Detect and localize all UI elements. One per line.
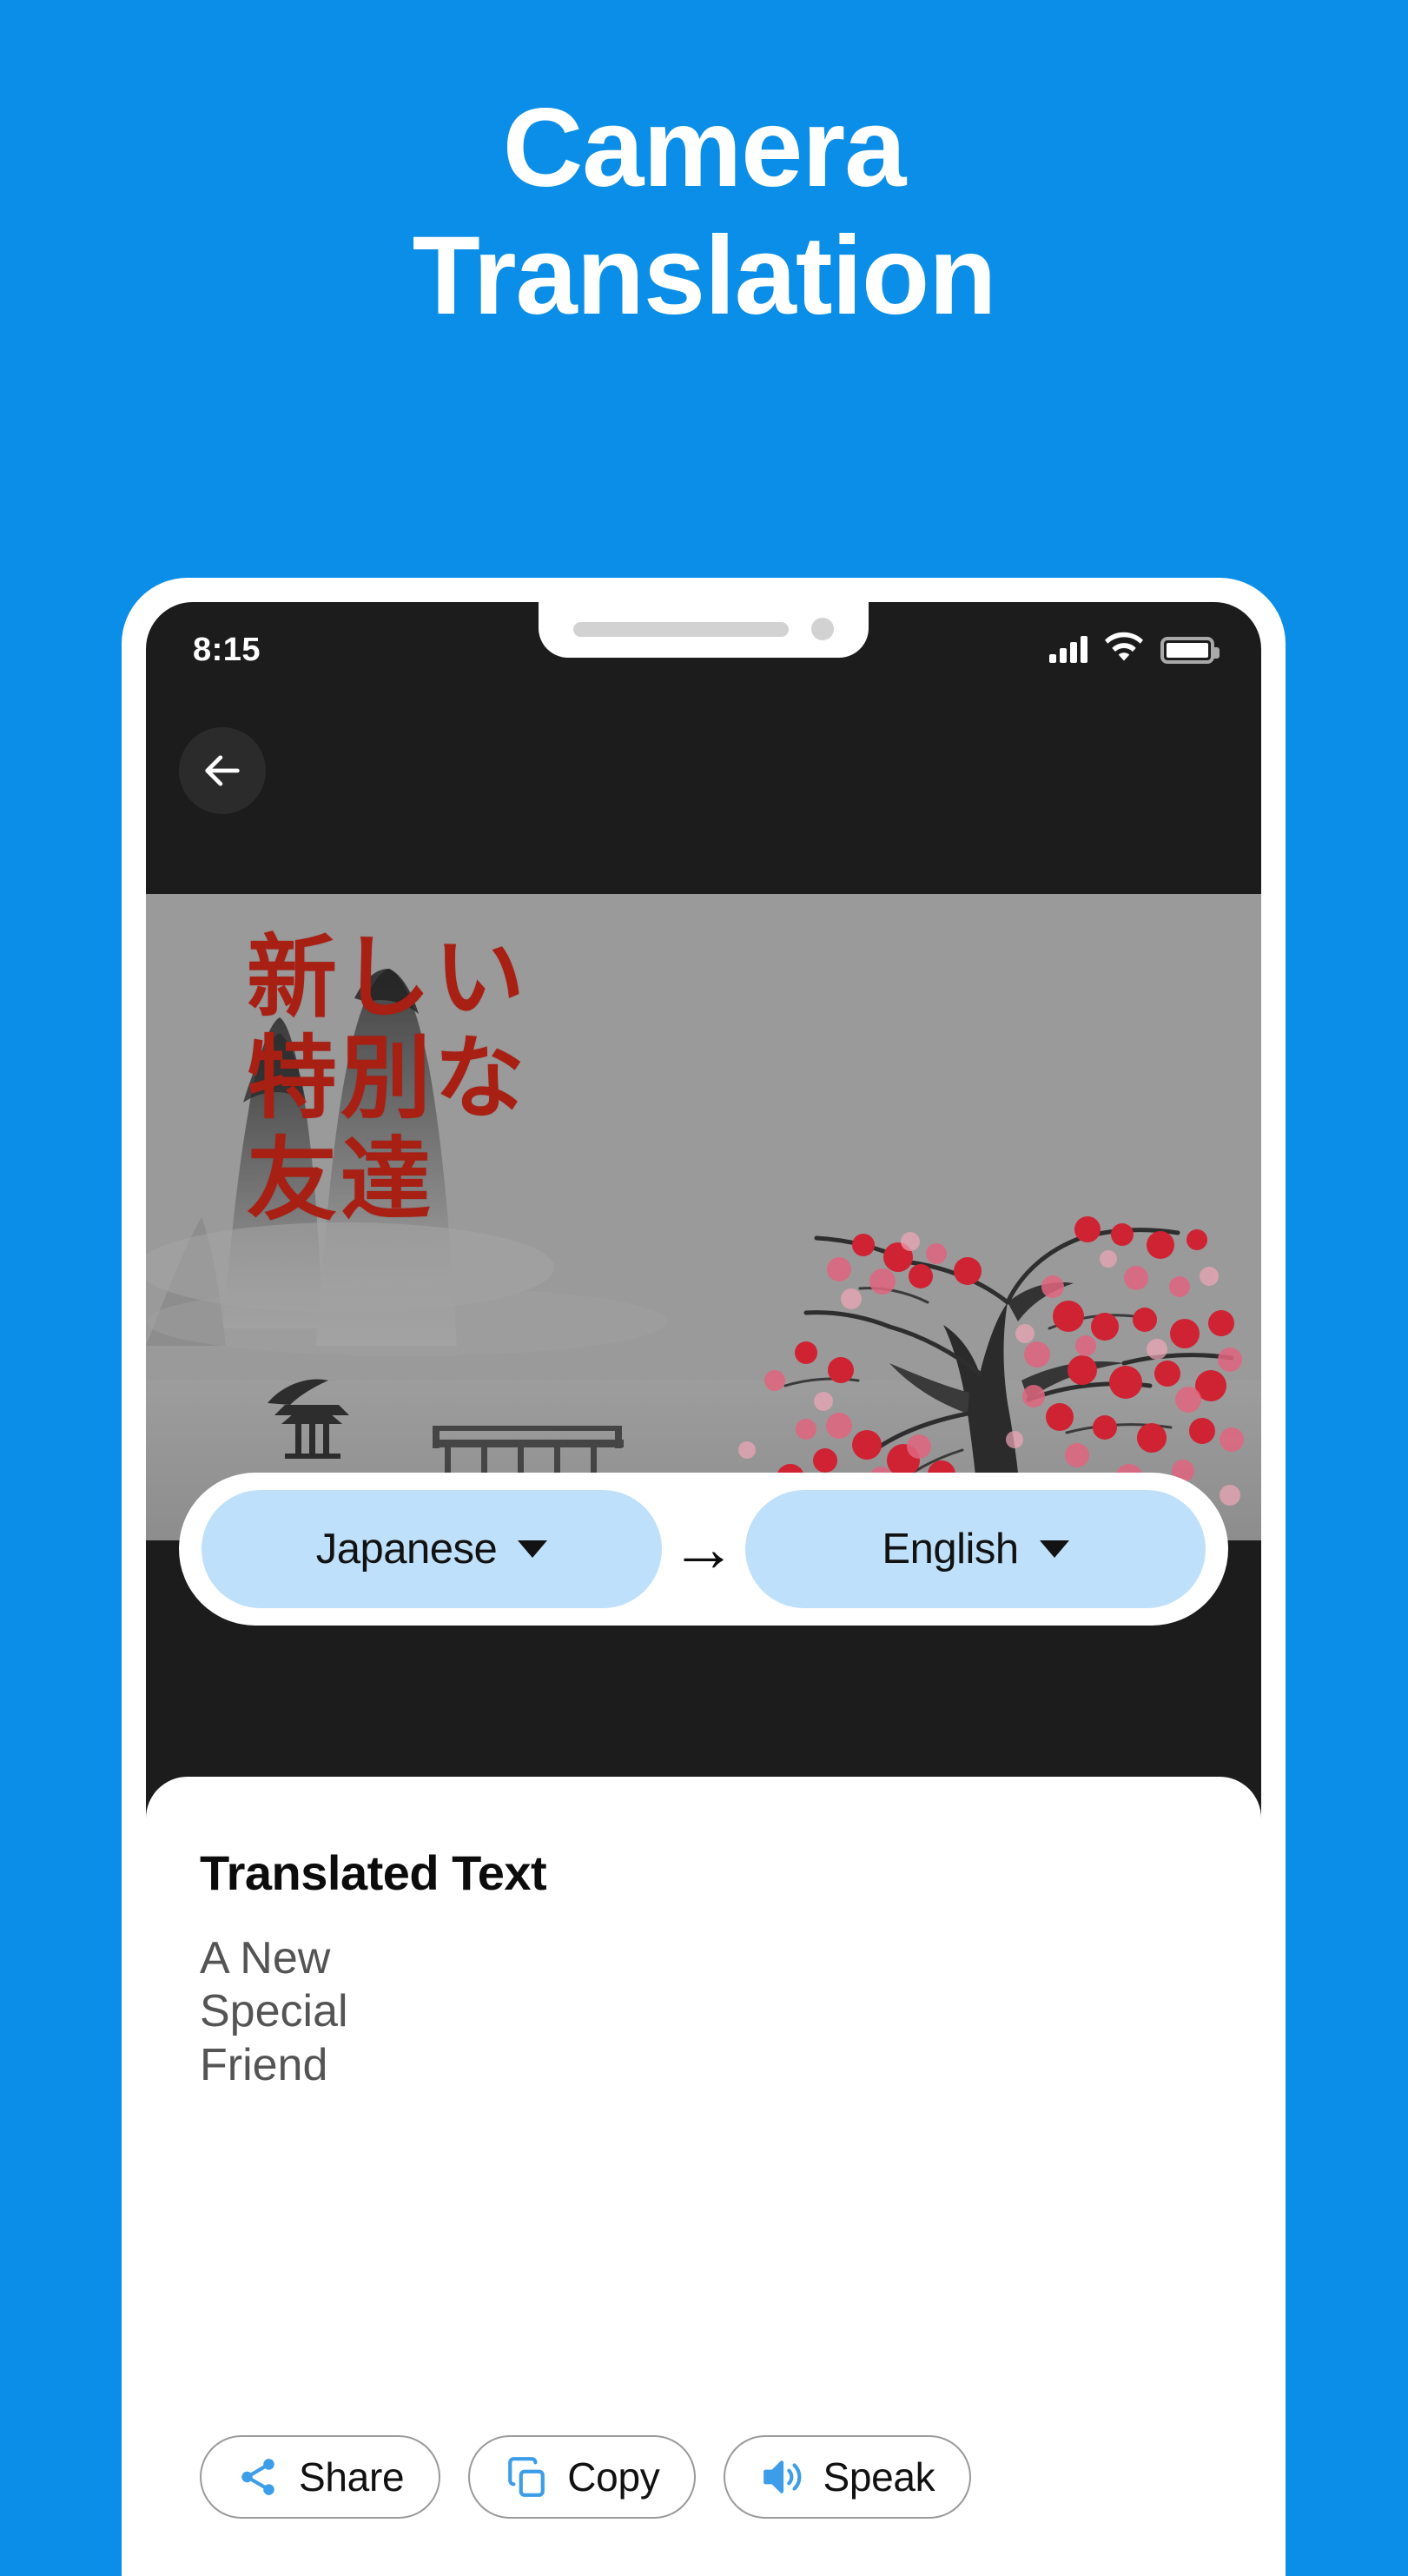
wifi-icon bbox=[1105, 632, 1143, 668]
copy-button-label: Copy bbox=[567, 2454, 660, 2500]
chevron-down-icon bbox=[1039, 1540, 1069, 1558]
chevron-down-icon bbox=[518, 1540, 548, 1558]
front-camera-icon bbox=[811, 618, 834, 640]
phone-screen: 8:15 新しい 特別な 友達 Japanese → English Trans… bbox=[146, 602, 1261, 2576]
status-bar-icons bbox=[1049, 632, 1220, 668]
arrow-right-icon: → bbox=[671, 1512, 737, 1586]
detected-text-overlay: 新しい 特別な 友達 bbox=[247, 924, 529, 1233]
translated-text: A New Special Friend bbox=[200, 1932, 1207, 2092]
page-title-line-1: Camera bbox=[502, 86, 907, 210]
back-button[interactable] bbox=[179, 727, 266, 814]
share-button[interactable]: Share bbox=[200, 2435, 441, 2519]
translated-line-3: Friend bbox=[200, 2039, 328, 2090]
status-bar-time: 8:15 bbox=[193, 631, 261, 668]
target-language-label: English bbox=[882, 1526, 1019, 1573]
translation-result-card: Translated Text A New Special Friend Sha… bbox=[146, 1777, 1261, 2576]
source-language-label: Japanese bbox=[315, 1526, 498, 1573]
speak-button[interactable]: Speak bbox=[724, 2435, 972, 2519]
speaker-icon bbox=[763, 2460, 802, 2493]
page-title-line-2: Translation bbox=[412, 213, 997, 338]
source-language-dropdown[interactable]: Japanese bbox=[202, 1490, 662, 1608]
language-selector-bar: Japanese → English bbox=[179, 1473, 1228, 1626]
copy-icon bbox=[508, 2457, 545, 2497]
copy-button[interactable]: Copy bbox=[468, 2435, 697, 2519]
translated-line-1: A New bbox=[200, 1933, 331, 1983]
share-icon bbox=[241, 2459, 274, 2495]
battery-full-icon bbox=[1160, 636, 1220, 664]
speak-button-label: Speak bbox=[823, 2454, 935, 2500]
camera-viewfinder[interactable]: 新しい 特別な 友達 bbox=[146, 894, 1261, 1540]
earpiece-speaker-icon bbox=[573, 621, 789, 637]
phone-notch bbox=[539, 602, 869, 658]
detected-text-line-3: 友達 bbox=[247, 1126, 435, 1233]
target-language-dropdown[interactable]: English bbox=[745, 1490, 1206, 1608]
share-button-label: Share bbox=[299, 2454, 405, 2500]
detected-text-line-1: 新しい bbox=[247, 924, 529, 1030]
arrow-left-icon bbox=[205, 755, 240, 786]
cellular-signal-icon bbox=[1049, 636, 1087, 663]
detected-text-line-2: 特別な bbox=[247, 1025, 529, 1132]
action-button-row: Share Copy Speak bbox=[200, 2435, 972, 2519]
page-title: Camera Translation bbox=[0, 91, 1408, 338]
app-top-bar bbox=[146, 685, 1261, 894]
phone-mockup: 8:15 新しい 特別な 友達 Japanese → English Trans… bbox=[122, 578, 1286, 2576]
result-heading: Translated Text bbox=[200, 1845, 547, 1900]
translated-line-2: Special bbox=[200, 1986, 348, 2037]
